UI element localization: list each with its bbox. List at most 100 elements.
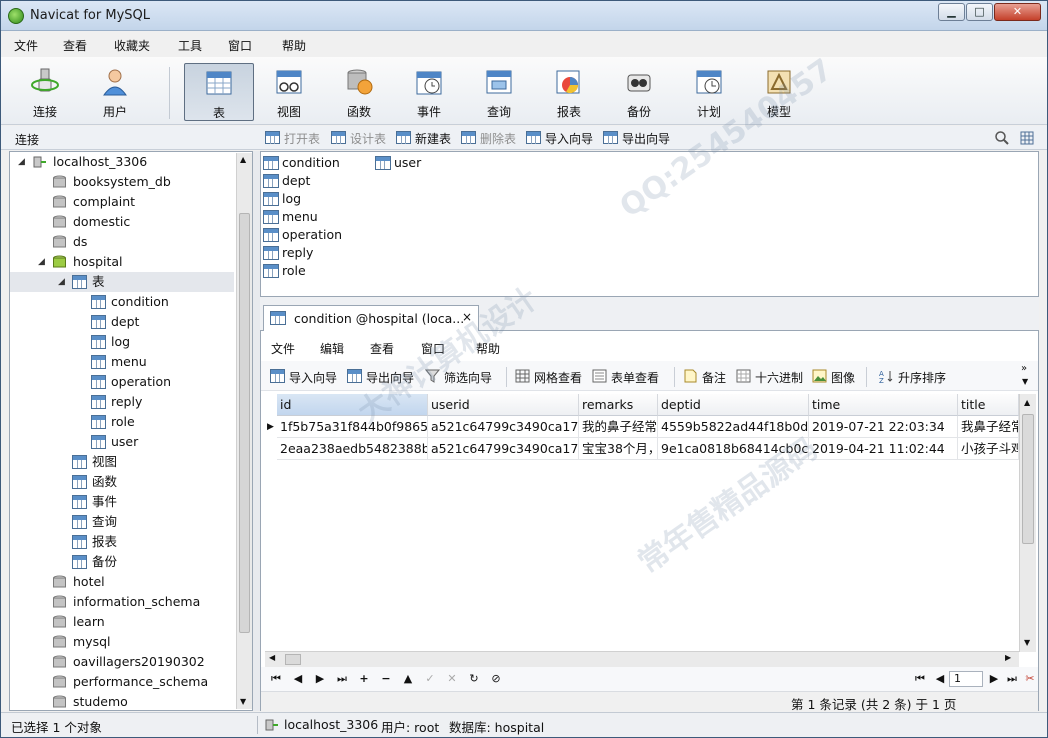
toolbar-view-button[interactable]: 视图 xyxy=(257,63,321,121)
new-table-button[interactable]: 新建表 xyxy=(396,130,451,146)
collapse-arrow-icon[interactable]: ◢ xyxy=(38,252,45,272)
toolbar-function-button[interactable]: 函数 xyxy=(327,63,391,121)
cell-id[interactable]: 2eaa238aedb5482388b84 xyxy=(277,438,428,460)
toolbar-connect-button[interactable]: 连接 xyxy=(13,63,77,121)
minimize-button[interactable]: ▁ xyxy=(938,3,965,21)
cell-remarks[interactable]: 我的鼻子经常 xyxy=(579,416,658,438)
menu-tools[interactable]: 工具 xyxy=(178,37,202,54)
tree-database-item[interactable]: booksystem_db xyxy=(10,172,234,192)
collapse-arrow-icon[interactable]: ◢ xyxy=(18,152,25,172)
cell-time[interactable]: 2019-04-21 11:02:44 xyxy=(809,438,958,460)
cell-userid[interactable]: a521c64799c3490ca17d6 xyxy=(428,416,579,438)
object-table-item[interactable]: menu xyxy=(263,208,318,226)
menu-view[interactable]: 查看 xyxy=(63,37,87,54)
hex-button[interactable]: 十六进制 xyxy=(736,369,803,385)
open-table-button[interactable]: 打开表 xyxy=(265,130,320,146)
toolbar-report-button[interactable]: 报表 xyxy=(537,63,601,121)
close-tab-icon[interactable]: × xyxy=(462,310,472,324)
tree-table-item[interactable]: dept xyxy=(10,312,234,332)
column-header-title[interactable]: title xyxy=(958,394,1019,416)
tree-table-item[interactable]: role xyxy=(10,412,234,432)
scroll-down-arrow-icon[interactable]: ▼ xyxy=(240,697,246,706)
inner-menu-file[interactable]: 文件 xyxy=(271,340,295,357)
cell-deptid[interactable]: 4559b5822ad44f18b0d50 xyxy=(658,416,809,438)
horizontal-splitter[interactable] xyxy=(260,297,1039,305)
page-number-input[interactable]: 1 xyxy=(949,671,983,687)
column-header-deptid[interactable]: deptid xyxy=(658,394,809,416)
next-record-button[interactable]: ▶ xyxy=(311,670,329,688)
sort-ascending-button[interactable]: A Z 升序排序 xyxy=(879,369,946,385)
cell-time[interactable]: 2019-07-21 22:03:34 xyxy=(809,416,958,438)
tree-database-item[interactable]: domestic xyxy=(10,212,234,232)
toolbar-event-button[interactable]: 事件 xyxy=(397,63,461,121)
cell-deptid[interactable]: 9e1ca0818b68414cb0c5d xyxy=(658,438,809,460)
tree-folder-item[interactable]: 报表 xyxy=(10,532,234,552)
tree-database-item[interactable]: mysql xyxy=(10,632,234,652)
toolbar-backup-button[interactable]: 备份 xyxy=(607,63,671,121)
next-page-button[interactable]: ▶ xyxy=(985,670,1003,688)
scroll-right-arrow-icon[interactable]: ▶ xyxy=(1005,653,1011,662)
memo-button[interactable]: 备注 xyxy=(683,369,726,385)
settings-tools-icon[interactable]: ✂ xyxy=(1021,670,1039,688)
column-header-id[interactable]: id xyxy=(277,394,428,416)
toolbar-dropdown-icon[interactable]: ▼ xyxy=(1022,377,1028,386)
scroll-left-arrow-icon[interactable]: ◀ xyxy=(269,653,275,662)
tree-database-item[interactable]: hotel xyxy=(10,572,234,592)
inner-export-wizard-button[interactable]: 导出向导 xyxy=(347,369,414,385)
tree-db-hospital[interactable]: ◢ hospital xyxy=(10,252,234,272)
search-icon[interactable] xyxy=(994,130,1010,146)
filter-wizard-button[interactable]: 筛选向导 xyxy=(425,369,492,385)
toolbar-query-button[interactable]: 查询 xyxy=(467,63,531,121)
scroll-up-arrow-icon[interactable]: ▲ xyxy=(1024,398,1030,407)
tree-connection[interactable]: ◢ localhost_3306 xyxy=(10,152,234,172)
stop-button[interactable]: ⊘ xyxy=(487,670,505,688)
design-table-button[interactable]: 设计表 xyxy=(331,130,386,146)
tree-database-item[interactable]: information_schema xyxy=(10,592,234,612)
delete-table-button[interactable]: 删除表 xyxy=(461,130,516,146)
column-header-userid[interactable]: userid xyxy=(428,394,579,416)
object-table-item[interactable]: dept xyxy=(263,172,310,190)
table-row[interactable]: 2eaa238aedb5482388b84a521c64799c3490ca17… xyxy=(261,438,1019,460)
menu-file[interactable]: 文件 xyxy=(14,37,38,54)
apply-changes-button[interactable]: ✓ xyxy=(421,670,439,688)
tree-table-item[interactable]: user xyxy=(10,432,234,452)
grid-view-icon[interactable] xyxy=(1019,130,1035,146)
column-header-remarks[interactable]: remarks xyxy=(579,394,658,416)
scroll-down-arrow-icon[interactable]: ▼ xyxy=(1024,638,1030,647)
object-table-item[interactable]: role xyxy=(263,262,306,280)
tree-table-item[interactable]: menu xyxy=(10,352,234,372)
object-table-item[interactable]: log xyxy=(263,190,301,208)
tree-database-item[interactable]: studemo xyxy=(10,692,234,710)
inner-menu-window[interactable]: 窗口 xyxy=(421,340,445,357)
scrollbar-thumb[interactable] xyxy=(285,654,301,665)
form-view-button[interactable]: 表单查看 xyxy=(592,369,659,385)
cell-id[interactable]: 1f5b75a31f844b0f986523 xyxy=(277,416,428,438)
table-row[interactable]: ▶ 1f5b75a31f844b0f986523 a521c64799c3490ca… xyxy=(261,416,1019,438)
inner-menu-view[interactable]: 查看 xyxy=(370,340,394,357)
tree-database-item[interactable]: complaint xyxy=(10,192,234,212)
collapse-arrow-icon[interactable]: ◢ xyxy=(58,272,65,292)
toolbar-overflow-icon[interactable]: » xyxy=(1021,363,1027,374)
menu-window[interactable]: 窗口 xyxy=(228,37,252,54)
grid-horizontal-scrollbar[interactable]: ◀ ▶ xyxy=(265,651,1019,667)
tree-folder-item[interactable]: 查询 xyxy=(10,512,234,532)
cell-title[interactable]: 小孩子斗鸡 xyxy=(958,438,1019,460)
tree-folder-item[interactable]: 函数 xyxy=(10,472,234,492)
tree-database-item[interactable]: oavillagers20190302 xyxy=(10,652,234,672)
discard-changes-button[interactable]: ✕ xyxy=(443,670,461,688)
previous-record-button[interactable]: ◀ xyxy=(289,670,307,688)
tree-folder-item[interactable]: 事件 xyxy=(10,492,234,512)
toolbar-table-button[interactable]: 表 xyxy=(184,63,254,121)
maximize-button[interactable]: □ xyxy=(966,3,993,21)
object-table-item[interactable]: condition xyxy=(263,154,340,172)
last-record-button[interactable]: ⏭ xyxy=(333,670,351,688)
tree-table-item[interactable]: condition xyxy=(10,292,234,312)
object-table-item[interactable]: reply xyxy=(263,244,313,262)
tree-scrollbar[interactable]: ▲ ▼ xyxy=(236,153,252,709)
last-page-button[interactable]: ⏭ xyxy=(1003,670,1021,688)
previous-page-button[interactable]: ◀ xyxy=(931,670,949,688)
image-button[interactable]: 图像 xyxy=(812,369,855,385)
export-wizard-button[interactable]: 导出向导 xyxy=(603,130,670,146)
tree-table-item[interactable]: reply xyxy=(10,392,234,412)
vertical-splitter[interactable] xyxy=(253,151,260,711)
